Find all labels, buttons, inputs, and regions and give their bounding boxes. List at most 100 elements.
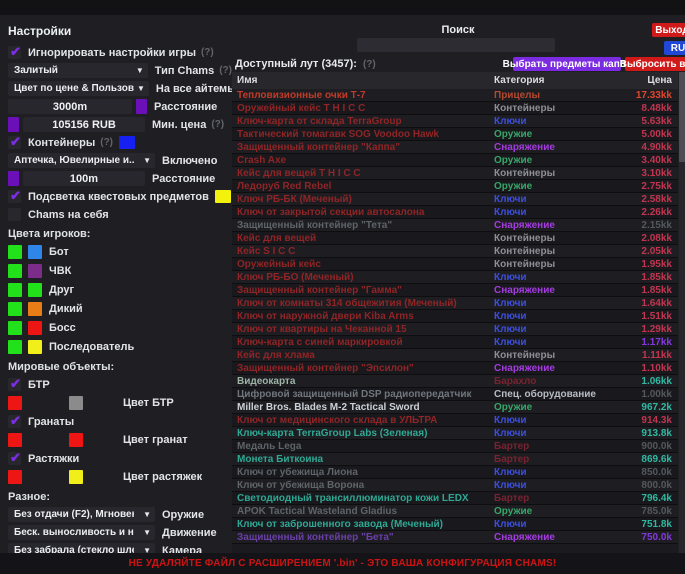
loot-row[interactable]: Защищенный контейнер "Бета"Снаряжение750… [232, 531, 678, 544]
dropdown-включено[interactable]: Аптечка, Ювелирные и...▼ [8, 153, 155, 168]
loot-row[interactable]: Ключ РБ-БО (Меченый)Ключи1.85kk [232, 271, 678, 284]
loot-row[interactable]: Кейс для хламаКонтейнеры1.11kk [232, 349, 678, 362]
loot-item-price: 3.10kk [612, 168, 678, 179]
checkbox-chams-на-себя[interactable] [8, 208, 21, 221]
loot-item-category: Снаряжение [494, 285, 612, 296]
color-swatch-primary[interactable] [8, 321, 22, 335]
color-swatch-secondary[interactable] [69, 470, 83, 484]
scrollbar-thumb[interactable] [679, 72, 685, 162]
loot-row[interactable]: Цифровой защищенный DSP радиопередатчикС… [232, 388, 678, 401]
loot-row[interactable]: Тактический томагавк SOG Voodoo HawkОруж… [232, 128, 678, 141]
color-swatch-primary[interactable] [8, 245, 22, 259]
loot-row[interactable]: Ключ РБ-БК (Меченый)Ключи2.58kk [232, 193, 678, 206]
loot-row[interactable]: Монета БиткоинаБартер869.6k [232, 453, 678, 466]
color-swatch-primary[interactable] [8, 264, 22, 278]
loot-table-body: Тепловизионные очки Т-7Прицелы17.33kkОру… [232, 89, 678, 553]
settings-row-гранаты: Гранаты [8, 414, 232, 429]
checkbox-бтр[interactable] [8, 378, 21, 391]
color-swatch-secondary[interactable] [28, 245, 42, 259]
loot-row[interactable]: Ключ-карта с синей маркировкойКлючи1.17k… [232, 336, 678, 349]
checkbox-контейнеры[interactable] [8, 136, 21, 149]
color-swatch-primary[interactable] [8, 283, 22, 297]
loot-row[interactable]: Светодиодный трансиллюминатор кожи LEDXБ… [232, 492, 678, 505]
color-swatch[interactable] [215, 190, 231, 203]
loot-item-name: Ключ-карта от склада TerraGroup [232, 116, 494, 127]
loot-item-price: 785.0k [612, 506, 678, 517]
color-swatch[interactable] [136, 99, 147, 114]
dropdown-label: Тип Chams [155, 65, 214, 77]
color-swatch[interactable] [8, 171, 19, 186]
color-swatch-secondary[interactable] [69, 396, 83, 410]
loot-row[interactable]: Ключ-карта TerraGroup Labs (Зеленая)Ключ… [232, 427, 678, 440]
dropdown-на-все-айтемы[interactable]: Цвет по цене & Пользователь▼ [8, 81, 149, 96]
color-swatch-primary[interactable] [8, 340, 22, 354]
color-swatch-secondary[interactable] [28, 264, 42, 278]
loot-row[interactable]: Защищенный контейнер "Тета"Снаряжение2.1… [232, 219, 678, 232]
color-swatch-secondary[interactable] [28, 321, 42, 335]
section-header-разное: Разное: [8, 491, 232, 503]
checkbox-подсветка-квестовых-предметов[interactable] [8, 190, 21, 203]
color-swatch[interactable] [8, 117, 19, 132]
loot-item-category: Ключи [494, 298, 612, 309]
loot-row[interactable]: Crash AxeОружие3.40kk [232, 154, 678, 167]
loot-row[interactable]: Защищенный контейнер "Каппа"Снаряжение4.… [232, 141, 678, 154]
color-swatch[interactable] [119, 136, 135, 149]
loot-item-price: 913.8k [612, 428, 678, 439]
checkbox-растяжки[interactable] [8, 452, 21, 465]
loot-row[interactable]: ВидеокартаБарахло1.06kk [232, 375, 678, 388]
color-swatch-primary[interactable] [8, 396, 22, 410]
pair-label: Цвет растяжек [123, 471, 202, 483]
dropdown-тип-chams[interactable]: Залитый▼ [8, 63, 148, 78]
dropdown-оружие[interactable]: Без отдачи (F2), Мгновенное п▼ [8, 507, 155, 522]
loot-row[interactable]: Ключ от убежища ЛионаКлючи850.0k [232, 466, 678, 479]
loot-item-category: Контейнеры [494, 350, 612, 361]
color-swatch-primary[interactable] [8, 302, 22, 316]
loot-row[interactable]: Кейс для вещей T H I C CКонтейнеры3.10kk [232, 167, 678, 180]
loot-row[interactable]: Ключ от квартиры на Чеканной 15Ключи1.29… [232, 323, 678, 336]
loot-row[interactable]: Ключ-карта от склада TerraGroupКлючи5.63… [232, 115, 678, 128]
loot-row[interactable]: Оружейный кейсКонтейнеры1.95kk [232, 258, 678, 271]
loot-row[interactable]: Miller Bros. Blades M-2 Tactical SwordОр… [232, 401, 678, 414]
language-button[interactable]: RU [664, 41, 685, 55]
loot-item-category: Бартер [494, 441, 612, 452]
loot-row[interactable]: Кейс для вещейКонтейнеры2.08kk [232, 232, 678, 245]
color-swatch-secondary[interactable] [69, 433, 83, 447]
color-swatch-secondary[interactable] [28, 302, 42, 316]
loot-row[interactable]: Кейс S I C CКонтейнеры2.05kk [232, 245, 678, 258]
loot-row[interactable]: Ключ от убежища ВоронаКлючи800.0k [232, 479, 678, 492]
loot-row[interactable]: APOK Tactical Wasteland GladiusОружие785… [232, 505, 678, 518]
loot-row[interactable]: Защищенный контейнер "Гамма"Снаряжение1.… [232, 284, 678, 297]
select-kappa-items-button[interactable]: Выбрать предметы каппа [513, 57, 621, 71]
loot-row[interactable]: Медаль LegaБартер900.0k [232, 440, 678, 453]
loot-item-name: Кейс S I C C [232, 246, 494, 257]
loot-row[interactable]: Оружейный кейс T H I C CКонтейнеры8.48kk [232, 102, 678, 115]
checkbox-игнорировать-настройки-игры[interactable] [8, 46, 21, 59]
input-мин-цена[interactable]: 105156 RUB [23, 117, 145, 132]
loot-row[interactable]: Ключ от закрытой секции автосалонаКлючи2… [232, 206, 678, 219]
color-swatch-primary[interactable] [8, 433, 22, 447]
color-swatch-secondary[interactable] [28, 283, 42, 297]
exit-button[interactable]: Выход [652, 23, 685, 37]
loot-row[interactable]: Ключ от комнаты 314 общежития (Меченый)К… [232, 297, 678, 310]
loot-row[interactable]: Защищенный контейнер "Эпсилон"Снаряжение… [232, 362, 678, 375]
loot-row[interactable]: Тепловизионные очки Т-7Прицелы17.33kk [232, 89, 678, 102]
dropdown-движение[interactable]: Беск. выносливость и нет уста:▼ [8, 525, 155, 540]
loot-row[interactable]: Ключ от медицинского склада в УЛЬТРАКлюч… [232, 414, 678, 427]
drop-all-button[interactable]: Выбросить все [625, 57, 685, 71]
table-scrollbar[interactable] [679, 72, 685, 554]
loot-row[interactable] [232, 544, 678, 553]
checkbox-гранаты[interactable] [8, 415, 21, 428]
loot-row[interactable]: Ключ от наружной двери Kiba ArmsКлючи1.5… [232, 310, 678, 323]
input-расстояние[interactable]: 100m [23, 171, 145, 186]
color-swatch-primary[interactable] [8, 470, 22, 484]
color-swatch-secondary[interactable] [28, 340, 42, 354]
loot-item-name: APOK Tactical Wasteland Gladius [232, 506, 494, 517]
input-расстояние[interactable]: 3000m [8, 99, 132, 114]
loot-item-price: 1.17kk [612, 337, 678, 348]
checkbox-label: БТР [28, 379, 50, 391]
chevron-down-icon: ▼ [137, 84, 145, 93]
search-input[interactable] [357, 38, 555, 52]
loot-row[interactable]: Ледоруб Red RebelОружие2.75kk [232, 180, 678, 193]
loot-item-category: Снаряжение [494, 220, 612, 231]
loot-row[interactable]: Ключ от заброшенного завода (Меченый)Клю… [232, 518, 678, 531]
